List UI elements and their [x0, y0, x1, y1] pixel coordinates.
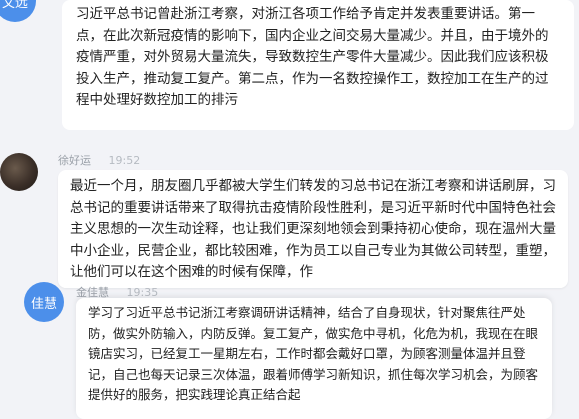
- timestamp: 19:52: [108, 154, 141, 167]
- avatar-photo-xuhaoyun[interactable]: [0, 153, 38, 191]
- message-text: 最近一个月，朋友圈几乎都被大学生们转发的习总书记在浙江考察和讲话刷屏，习总书记的…: [70, 178, 556, 280]
- message-meta-2: 徐好运 19:52: [58, 152, 140, 168]
- message-text: 学习了习近平总书记浙江考察调研讲话精神，结合了自身现状，针对聚焦往严处防，做实外…: [88, 305, 539, 403]
- message-bubble-2[interactable]: 最近一个月，朋友圈几乎都被大学生们转发的习总书记在浙江考察和讲话刷屏，习总书记的…: [58, 170, 568, 288]
- message-bubble-1[interactable]: 习近平总书记曾赴浙江考察，对浙江各项工作给予肯定并发表重要讲话。第一点，在此次新…: [62, 0, 574, 130]
- avatar-label: 文远: [1, 0, 28, 11]
- message-text: 习近平总书记曾赴浙江考察，对浙江各项工作给予肯定并发表重要讲话。第一点，在此次新…: [76, 6, 549, 108]
- avatar-label: 佳慧: [30, 296, 57, 312]
- avatar-wenyuan[interactable]: 文远: [0, 0, 36, 22]
- message-bubble-3[interactable]: 学习了习近平总书记浙江考察调研讲话精神，结合了自身现状，针对聚焦往严处防，做实外…: [76, 298, 552, 419]
- avatar-jiahui[interactable]: 佳慧: [24, 282, 64, 322]
- sender-name: 徐好运: [58, 154, 91, 167]
